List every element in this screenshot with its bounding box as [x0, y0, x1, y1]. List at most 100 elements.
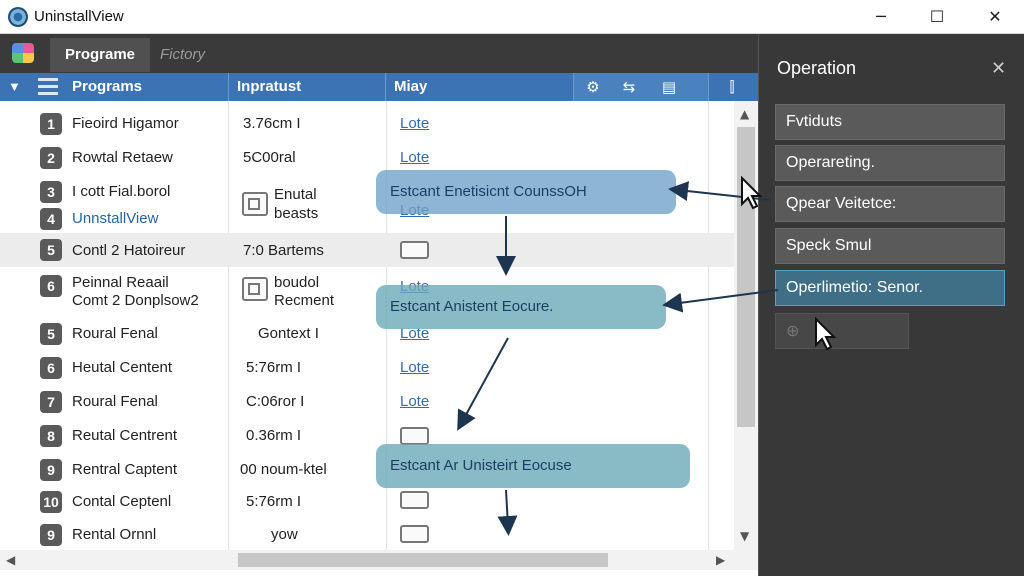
program-input: 5C00ral [243, 149, 296, 166]
row-checkbox[interactable] [400, 241, 429, 259]
operation-button-4[interactable]: Speck Smul [775, 228, 1005, 264]
program-name: Peinnal Reaail [72, 274, 169, 291]
callout-3: Estcant Ar Unisteirt Eocuse [376, 444, 690, 488]
program-link[interactable]: Lote [400, 393, 429, 410]
row-number: 5 [40, 323, 62, 345]
panel-icon[interactable]: ▤ [658, 77, 680, 97]
list-icon [38, 78, 58, 96]
program-input: 5:76rm I [246, 493, 302, 510]
program-input: 3.76cm I [243, 115, 301, 132]
minimize-button[interactable]: ─ [858, 4, 904, 30]
column-misc[interactable]: Miay [386, 73, 574, 101]
table-row-selected[interactable]: 5 Contl 2 Hatoireur 7:0 Bartems [0, 233, 734, 267]
row-checkbox[interactable] [400, 427, 429, 445]
arrows-icon[interactable]: ⇆ [618, 77, 640, 97]
program-name: Rental Ornnl [72, 526, 157, 543]
scroll-up-icon[interactable]: ▲ [740, 107, 749, 121]
mouse-cursor-icon [741, 176, 763, 210]
table-row[interactable]: 10 Contal Ceptenl 5:76rm I [0, 490, 734, 514]
panel-title: Operation [777, 58, 857, 78]
disabled-action-icon: ⊕ [786, 321, 800, 340]
program-name: UnnstallView [72, 210, 159, 227]
program-name: Roural Fenal [72, 325, 158, 342]
operation-button-active[interactable]: Operlimetio: Senor. [775, 270, 1005, 306]
maximize-button[interactable]: ☐ [914, 4, 960, 30]
operation-panel: Operation ✕ Fvtiduts Operareting. Qpear … [758, 34, 1024, 576]
gear-icon[interactable]: ⚙ [582, 77, 604, 97]
program-input: yow [271, 526, 298, 543]
column-input[interactable]: Inpratust [229, 73, 386, 101]
table-row[interactable]: 2 Rowtal Retaew 5C00ral Lote [0, 146, 734, 170]
mouse-cursor-icon [815, 317, 837, 351]
tab-history[interactable]: Fictory [160, 40, 205, 70]
scroll-left-icon[interactable]: ◀ [6, 553, 15, 567]
table-row[interactable]: 9 Rental Ornnl yow [0, 523, 734, 547]
row-number: 7 [40, 391, 62, 413]
operation-button-2[interactable]: Operareting. [775, 145, 1005, 181]
program-name: Comt 2 Donplsow2 [72, 292, 199, 309]
program-input: beasts [274, 205, 319, 222]
app-grid-icon[interactable] [12, 43, 34, 63]
callout-1: Estcant Enetisicnt CounssOH [376, 170, 676, 214]
row-number: 3 [40, 181, 62, 203]
tab-programs[interactable]: Programe [50, 38, 150, 72]
row-number: 10 [40, 491, 62, 513]
column-programs[interactable]: Programs [64, 73, 229, 101]
program-input: 00 noum-ktel [240, 461, 327, 478]
row-number: 1 [40, 113, 62, 135]
app-icon [8, 7, 28, 27]
operation-button-1[interactable]: Fvtiduts [775, 104, 1005, 140]
program-link[interactable]: Lote [400, 359, 429, 376]
row-number: 9 [40, 524, 62, 546]
program-input: boudol [274, 274, 320, 291]
dropdown-arrow-icon[interactable]: ▼ [8, 79, 21, 94]
document-icon [242, 192, 268, 216]
program-input: Recment [274, 292, 335, 309]
panel-close-icon[interactable]: ✕ [991, 58, 1006, 79]
program-name: Reutal Centrent [72, 427, 178, 444]
program-input: 7:0 Bartems [243, 242, 324, 259]
program-name: Rentral Captent [72, 461, 178, 478]
close-button[interactable]: ✕ [972, 4, 1018, 30]
title-bar: UninstallView ─ ☐ ✕ [0, 0, 1024, 34]
program-input: C:06ror I [246, 393, 305, 410]
row-number: 6 [40, 357, 62, 379]
window-title: UninstallView [34, 8, 124, 25]
operation-button-3[interactable]: Qpear Veitetce: [775, 186, 1005, 222]
program-name: I cott Fial.borol [72, 183, 171, 200]
row-number: 9 [40, 459, 62, 481]
program-name: Roural Fenal [72, 393, 158, 410]
program-link[interactable]: Lote [400, 115, 429, 132]
split-icon: ⫿ [729, 78, 735, 96]
row-number: 2 [40, 147, 62, 169]
horizontal-scrollbar[interactable]: ◀ ▶ [0, 550, 758, 570]
program-input: 0.36rm I [246, 427, 302, 444]
row-number: 4 [40, 208, 62, 230]
callout-2: Estcant Anistent Eocure. [376, 285, 666, 329]
row-number: 6 [40, 275, 62, 297]
program-input: 5:76rm I [246, 359, 302, 376]
program-link[interactable]: Lote [400, 149, 429, 166]
column-split-button[interactable]: ⫿ [708, 73, 758, 101]
header-toolbar: ⚙ ⇆ ▤ [574, 73, 708, 101]
column-header: ▼ Programs Inpratust Miay ⚙ ⇆ ▤ ⫿ [0, 73, 758, 101]
table-row[interactable]: 6 Heutal Centent 5:76rm I Lote [0, 356, 734, 380]
table-row[interactable]: 7 Roural Fenal C:06ror I Lote [0, 390, 734, 414]
document-icon [242, 277, 268, 301]
row-checkbox[interactable] [400, 525, 429, 543]
vertical-scrollbar[interactable]: ▲ ▼ [734, 101, 758, 550]
scroll-down-icon[interactable]: ▼ [740, 529, 749, 543]
table-row[interactable]: 1 Fieoird Higamor 3.76cm I Lote [0, 112, 734, 136]
program-name: Contl 2 Hatoireur [72, 242, 186, 259]
program-name: Contal Ceptenl [72, 493, 172, 510]
operation-button-disabled[interactable]: ⊕ [775, 313, 909, 349]
program-name: Heutal Centent [72, 359, 173, 376]
program-input: Enutal [274, 186, 317, 203]
vertical-scroll-thumb[interactable] [737, 127, 755, 427]
tab-bar: Programe Fictory [0, 34, 758, 73]
scroll-right-icon[interactable]: ▶ [716, 553, 725, 567]
row-checkbox[interactable] [400, 491, 429, 509]
program-input: Gontext I [258, 325, 319, 342]
horizontal-scroll-thumb[interactable] [238, 553, 608, 567]
program-name: Fieoird Higamor [72, 115, 179, 132]
